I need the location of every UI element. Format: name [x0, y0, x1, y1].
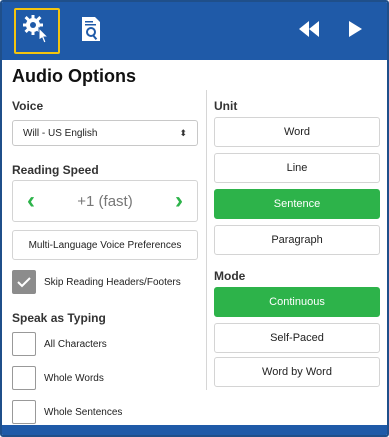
multi-language-voice-preferences-button[interactable]: Multi-Language Voice Preferences [12, 230, 198, 260]
whole-words-option[interactable]: Whole Words [12, 366, 104, 390]
whole-words-checkbox[interactable] [12, 366, 36, 390]
document-search-icon [80, 16, 102, 47]
skip-headers-checkbox[interactable] [12, 270, 36, 294]
mode-self-paced-button[interactable]: Self-Paced [214, 323, 380, 353]
voice-select[interactable]: Will - US English ⬍ [12, 120, 198, 146]
unit-word-button[interactable]: Word [214, 117, 380, 147]
mode-continuous-button[interactable]: Continuous [214, 287, 380, 317]
speak-as-typing-label: Speak as Typing [12, 311, 106, 325]
toolbar [2, 2, 387, 60]
audio-options-window: Audio Options Voice Will - US English ⬍ … [0, 0, 389, 437]
rewind-button[interactable] [286, 8, 332, 54]
unit-label: Unit [214, 99, 238, 113]
screen-reader-button[interactable] [68, 8, 114, 54]
mode-word-by-word-button[interactable]: Word by Word [214, 357, 380, 387]
unit-sentence-button[interactable]: Sentence [214, 189, 380, 219]
whole-sentences-checkbox[interactable] [12, 400, 36, 424]
gear-pointer-icon [22, 14, 52, 49]
reading-speed-value: +1 (fast) [77, 192, 133, 210]
settings-button[interactable] [14, 8, 60, 54]
whole-words-label: Whole Words [44, 372, 104, 384]
whole-sentences-option[interactable]: Whole Sentences [12, 400, 122, 424]
all-characters-label: All Characters [44, 338, 107, 350]
chevron-right-icon[interactable]: › [175, 189, 183, 213]
skip-headers-option[interactable]: Skip Reading Headers/Footers [12, 270, 181, 294]
voice-label: Voice [12, 99, 44, 113]
chevron-left-icon[interactable]: ‹ [27, 189, 35, 213]
unit-paragraph-button[interactable]: Paragraph [214, 225, 380, 255]
play-icon [347, 20, 363, 43]
reading-speed-label: Reading Speed [12, 163, 99, 177]
column-divider [206, 90, 207, 390]
reading-speed-control: ‹ +1 (fast) › [12, 180, 198, 222]
whole-sentences-label: Whole Sentences [44, 406, 123, 418]
checkmark-icon [17, 277, 31, 288]
skip-headers-label: Skip Reading Headers/Footers [44, 276, 181, 288]
unit-line-button[interactable]: Line [214, 153, 380, 183]
all-characters-option[interactable]: All Characters [12, 332, 107, 356]
all-characters-checkbox[interactable] [12, 332, 36, 356]
voice-select-value: Will - US English [23, 127, 98, 139]
select-arrows-icon: ⬍ [179, 127, 187, 138]
play-button[interactable] [332, 8, 378, 54]
bottom-strip [2, 425, 387, 435]
panel-title: Audio Options [12, 66, 136, 86]
mode-label: Mode [214, 269, 246, 283]
rewind-icon [297, 20, 321, 43]
